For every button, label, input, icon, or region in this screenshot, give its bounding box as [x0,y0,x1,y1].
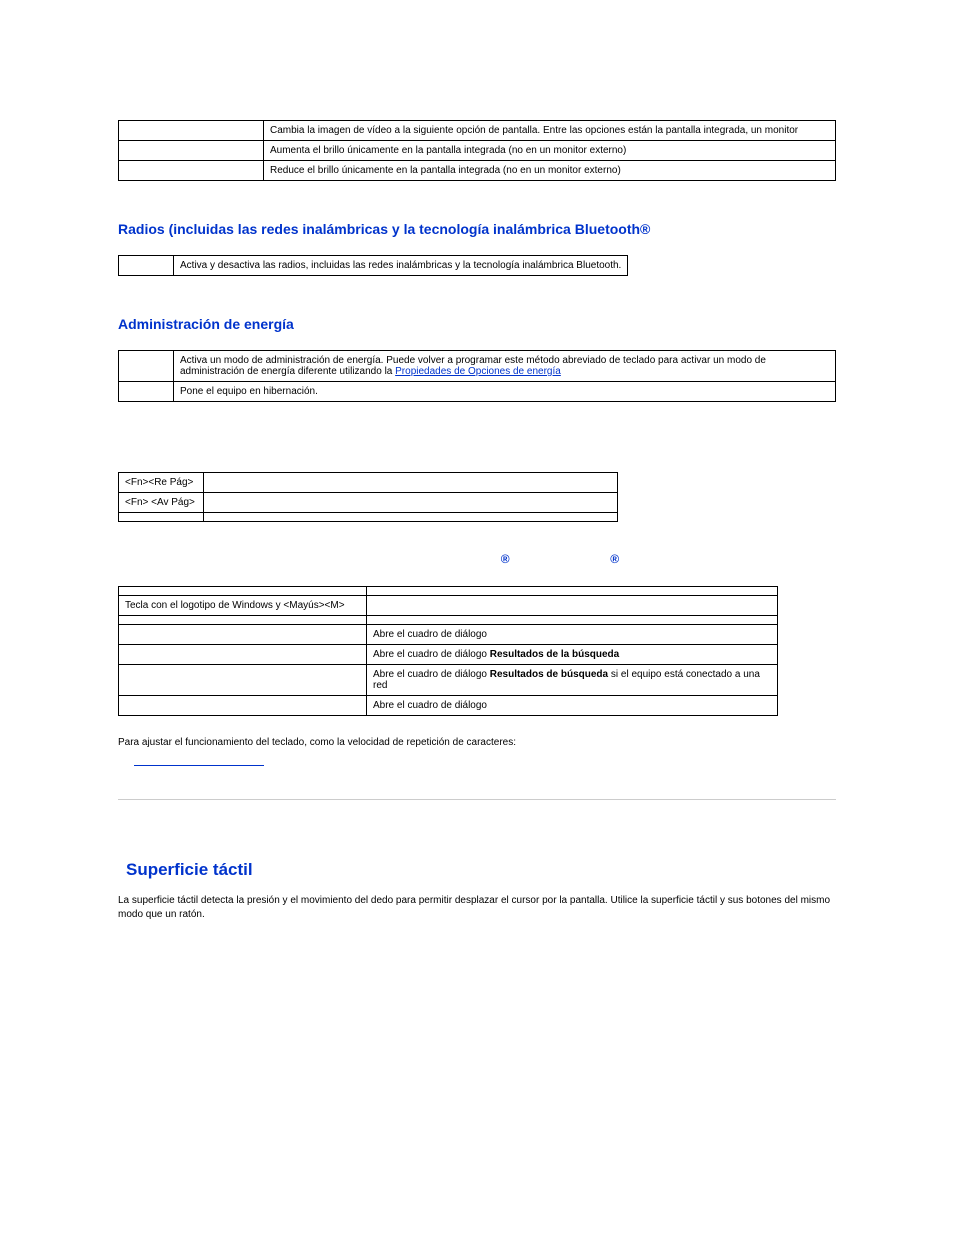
table-row [119,616,778,625]
touchpad-body: La superficie táctil detecta la presión … [118,894,836,922]
key-cell [119,645,367,665]
desc-cell: Abre el cuadro de diálogo [367,696,778,716]
radios-table: Activa y desactiva las radios, incluidas… [118,255,628,276]
desc-cell: Activa y desactiva las radios, incluidas… [174,256,628,276]
desc-pre: Abre el cuadro de diálogo [373,629,487,640]
desc-pre: Abre el cuadro de diálogo [373,649,490,660]
table-row: Abre el cuadro de diálogo Resultados de … [119,665,778,696]
radios-heading: Radios (incluidas las redes inalámbricas… [118,221,836,237]
windows-keys-table: Tecla con el logotipo de Windows y <Mayú… [118,586,778,716]
table-row: Tecla con el logotipo de Windows y <Mayú… [119,596,778,616]
power-heading: Administración de energía [118,316,836,332]
desc-cell: Cambia la imagen de vídeo a la siguiente… [264,121,836,141]
key-cell: <Fn> <Av Pág> [119,493,204,513]
key-cell [119,616,367,625]
key-cell [119,161,264,181]
table-row: Pone el equipo en hibernación. [119,382,836,402]
key-cell [119,625,367,645]
desc-cell: Abre el cuadro de diálogo [367,625,778,645]
key-cell [119,665,367,696]
key-cell [119,141,264,161]
table-row: Abre el cuadro de diálogo [119,625,778,645]
desc-bold: Resultados de búsqueda [490,669,608,680]
table-row [119,513,618,522]
table-row: <Fn><Re Pág> [119,473,618,493]
list-item-placeholder [134,758,836,769]
key-cell [119,351,174,382]
desc-pre: Abre el cuadro de diálogo [373,700,487,711]
key-cell: Tecla con el logotipo de Windows y <Mayú… [119,596,367,616]
key-cell: <Fn><Re Pág> [119,473,204,493]
table-row: Abre el cuadro de diálogo Resultados de … [119,645,778,665]
desc-cell: Abre el cuadro de diálogo Resultados de … [367,665,778,696]
desc-cell [204,513,618,522]
table-row: Abre el cuadro de diálogo [119,696,778,716]
key-cell [119,513,204,522]
table-row: Cambia la imagen de vídeo a la siguiente… [119,121,836,141]
desc-cell: Reduce el brillo únicamente en la pantal… [264,161,836,181]
desc-pre: Abre el cuadro de diálogo [373,669,490,680]
display-functions-table: Cambia la imagen de vídeo a la siguiente… [118,120,836,181]
touchpad-heading: Superficie táctil [126,860,836,880]
desc-cell [204,473,618,493]
power-table: Activa un modo de administración de ener… [118,350,836,402]
desc-bold: Resultados de la búsqueda [490,649,619,660]
registered-icon: ® [501,552,510,566]
desc-cell: Activa un modo de administración de ener… [174,351,836,382]
power-options-link[interactable]: Propiedades de Opciones de energía [395,366,561,377]
desc-cell [204,493,618,513]
table-row: Activa y desactiva las radios, incluidas… [119,256,628,276]
registered-icon: ® [610,552,619,566]
fn-keys-table: <Fn><Re Pág> <Fn> <Av Pág> [118,472,618,522]
desc-cell [367,587,778,596]
key-cell [119,256,174,276]
keyboard-adjust-note: Para ajustar el funcionamiento del tecla… [118,736,836,750]
desc-cell: Aumenta el brillo únicamente en la panta… [264,141,836,161]
section-divider [118,799,836,800]
desc-cell: Abre el cuadro de diálogo Resultados de … [367,645,778,665]
key-cell [119,696,367,716]
key-cell [119,121,264,141]
desc-cell [367,616,778,625]
table-row [119,587,778,596]
key-cell [119,382,174,402]
table-row: Reduce el brillo únicamente en la pantal… [119,161,836,181]
table-row: Activa un modo de administración de ener… [119,351,836,382]
desc-cell: Pone el equipo en hibernación. [174,382,836,402]
key-cell [119,587,367,596]
desc-cell [367,596,778,616]
table-row: <Fn> <Av Pág> [119,493,618,513]
table-row: Aumenta el brillo únicamente en la panta… [119,141,836,161]
